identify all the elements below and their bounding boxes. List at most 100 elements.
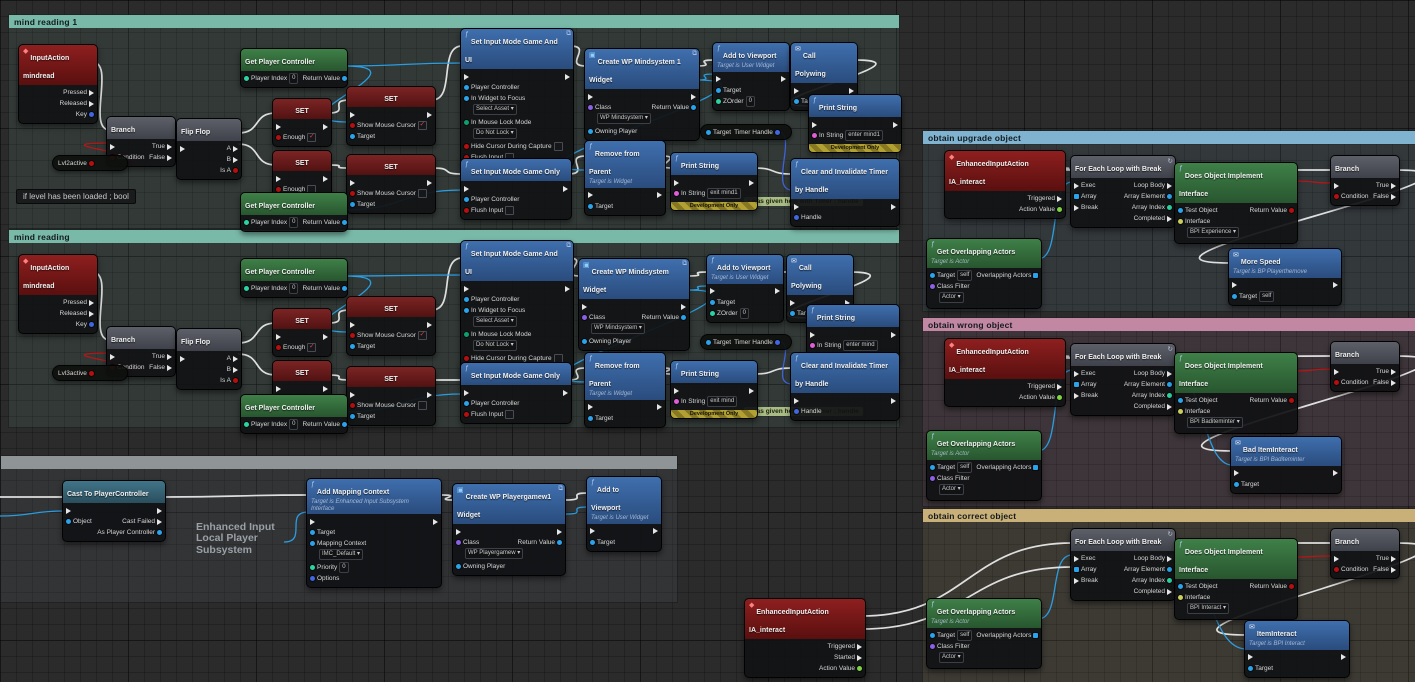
out-pin[interactable]: Array Index bbox=[1132, 390, 1172, 401]
enum-pin-icon[interactable] bbox=[464, 120, 469, 125]
obj-pin-icon[interactable] bbox=[350, 344, 355, 349]
out-pin[interactable]: Released bbox=[60, 98, 94, 109]
out-pin[interactable]: Return Value bbox=[302, 283, 347, 294]
node-header[interactable]: ƒPrint String bbox=[807, 305, 899, 327]
dropdown[interactable]: Do Not Lock ▾ bbox=[473, 128, 517, 139]
in-pin[interactable]: Condition bbox=[1334, 377, 1368, 388]
node-goaW[interactable]: ƒGet Overlapping Actors Target is Actor Ta… bbox=[926, 430, 1042, 501]
in-pin[interactable]: Target bbox=[1234, 479, 1259, 490]
dropdown[interactable]: Do Not Lock ▾ bbox=[473, 340, 517, 351]
out-pin[interactable]: Action Value bbox=[1019, 392, 1062, 403]
exec-pin-icon[interactable] bbox=[1167, 403, 1172, 410]
in-pin[interactable] bbox=[716, 74, 721, 85]
in-pin[interactable]: Owning Player bbox=[582, 336, 631, 347]
exec-pin-icon[interactable] bbox=[167, 143, 172, 150]
in-pin[interactable]: Class Filter bbox=[930, 281, 970, 292]
exec-pin-icon[interactable] bbox=[350, 179, 355, 186]
node-header[interactable]: ƒDoes Object Implement Interface bbox=[1175, 539, 1297, 579]
in-pin[interactable]: Target self bbox=[1232, 290, 1275, 302]
out-pin[interactable]: Completed bbox=[1134, 401, 1172, 412]
obj-pin-icon[interactable] bbox=[310, 541, 315, 547]
str-pin-icon[interactable] bbox=[810, 343, 815, 348]
in-pin[interactable]: Enough ✓ bbox=[276, 132, 317, 143]
in-pin[interactable] bbox=[582, 301, 587, 312]
struct-pin-icon[interactable] bbox=[310, 576, 315, 582]
in-pin[interactable]: Target bbox=[588, 413, 613, 424]
int-pin-icon[interactable] bbox=[1167, 205, 1172, 210]
node-header[interactable]: SET bbox=[273, 99, 331, 119]
node-header[interactable]: Cast To PlayerController bbox=[63, 481, 165, 503]
exec-pin-icon[interactable] bbox=[167, 154, 172, 161]
exec-pin-icon[interactable] bbox=[893, 121, 898, 128]
in-pin[interactable]: ZOrder 0 bbox=[710, 307, 749, 319]
node-header[interactable]: ƒRemove from Parent Target is Widget bbox=[585, 353, 665, 400]
obj-pin-icon[interactable] bbox=[341, 286, 347, 291]
node-header[interactable]: ƒAdd to Viewport Target is User Widget bbox=[707, 255, 783, 284]
exec-pin-icon[interactable] bbox=[233, 145, 238, 152]
value-field[interactable]: 0 bbox=[289, 283, 299, 294]
dropdown[interactable]: Select Asset ▾ bbox=[473, 316, 517, 327]
out-pin[interactable] bbox=[427, 389, 432, 400]
obj-pin-icon[interactable] bbox=[350, 202, 355, 207]
exec-pin-icon[interactable] bbox=[1074, 392, 1079, 399]
int-pin-icon[interactable] bbox=[716, 98, 721, 104]
in-pin[interactable]: Exec bbox=[1074, 553, 1095, 564]
node-pc2a[interactable]: Get Player Controller Player Index 0 Return… bbox=[240, 258, 348, 298]
in-pin[interactable] bbox=[810, 329, 815, 340]
in-pin[interactable] bbox=[464, 183, 469, 194]
bool-pin-icon[interactable] bbox=[1289, 584, 1294, 589]
in-pin[interactable]: Show Mouse Cursor ✓ bbox=[350, 120, 427, 131]
in-pin[interactable] bbox=[276, 121, 281, 132]
in-pin[interactable]: Exec bbox=[1074, 368, 1095, 379]
node-ps1[interactable]: ƒPrint String In String enter mind1 Develop… bbox=[808, 94, 902, 153]
out-pin[interactable] bbox=[657, 402, 662, 413]
value-field[interactable]: enter mind1 bbox=[845, 130, 883, 141]
in-pin[interactable] bbox=[588, 91, 593, 102]
exec-pin-icon[interactable] bbox=[66, 507, 71, 514]
in-pin[interactable]: Target bbox=[350, 411, 375, 422]
dropdown[interactable]: BPI Experience ▾ bbox=[1187, 227, 1240, 238]
exec-pin-icon[interactable] bbox=[1391, 182, 1396, 189]
exec-pin-icon[interactable] bbox=[180, 355, 185, 362]
in-pin[interactable]: Target self bbox=[930, 461, 973, 473]
obj-pin-icon[interactable] bbox=[930, 272, 935, 278]
in-pin[interactable] bbox=[588, 190, 593, 201]
exec-pin-icon[interactable] bbox=[582, 303, 587, 310]
in-pin[interactable]: Player Index 0 bbox=[244, 283, 299, 294]
in-pin[interactable]: Break bbox=[1074, 202, 1098, 213]
node-rfp2[interactable]: ƒRemove from Parent Target is Widget Targe… bbox=[584, 352, 666, 428]
out-pin[interactable] bbox=[323, 383, 328, 394]
out-pin[interactable]: True bbox=[1376, 180, 1396, 191]
bool-pin-icon[interactable] bbox=[1289, 398, 1294, 403]
out-pin[interactable]: Timer Handle bbox=[734, 127, 780, 138]
node-ui1[interactable]: ƒSet Input Mode Game And UI ⧉ Player Contr… bbox=[460, 28, 574, 167]
node-ev1[interactable]: ◆InputAction mindread Pressed Released Key bbox=[18, 44, 98, 124]
in-pin[interactable]: Class Filter bbox=[930, 641, 970, 652]
in-pin[interactable] bbox=[794, 85, 799, 96]
node-header[interactable]: ✉Bad ItemInteract Target is BPI Baditemin… bbox=[1231, 437, 1341, 466]
out-pin[interactable] bbox=[781, 74, 786, 85]
in-pin[interactable]: Condition bbox=[1334, 564, 1368, 575]
node-brU[interactable]: Branch True Condition False bbox=[1330, 155, 1400, 206]
in-pin[interactable]: Show Mouse Cursor bbox=[350, 400, 427, 411]
node-iti[interactable]: ✉ItemInteract Target is BPI Interact Targe… bbox=[1244, 620, 1350, 678]
in-pin[interactable] bbox=[1248, 652, 1253, 663]
exec-pin-icon[interactable] bbox=[1391, 566, 1396, 573]
int-pin-icon[interactable] bbox=[244, 422, 249, 427]
out-pin[interactable]: Action Value bbox=[1019, 204, 1062, 215]
node-felU[interactable]: For Each Loop with Break ↻ Exec Loop Body Ar… bbox=[1070, 155, 1176, 228]
in-pin[interactable] bbox=[180, 143, 185, 154]
node-atv3[interactable]: ƒAdd to Viewport Target is User Widget Tar… bbox=[586, 476, 662, 552]
node-go1[interactable]: ƒSet Input Mode Game Only Player Controll… bbox=[460, 158, 572, 220]
class-pin-icon[interactable] bbox=[930, 475, 935, 481]
node-header[interactable]: SET bbox=[347, 297, 435, 317]
struct-pin-icon[interactable] bbox=[89, 322, 94, 327]
exec-pin-icon[interactable] bbox=[657, 192, 662, 199]
node-header[interactable]: SET bbox=[273, 361, 331, 381]
node-header[interactable]: Get Player Controller bbox=[241, 49, 347, 71]
bool-pin-icon[interactable] bbox=[1334, 380, 1339, 385]
node-header[interactable]: ƒClear and Invalidate Timer by Handle bbox=[791, 353, 899, 393]
exec-pin-icon[interactable] bbox=[427, 321, 432, 328]
out-pin[interactable] bbox=[563, 183, 568, 194]
node-eiaC[interactable]: ◆EnhancedInputAction IA_interact Triggere… bbox=[744, 598, 866, 678]
